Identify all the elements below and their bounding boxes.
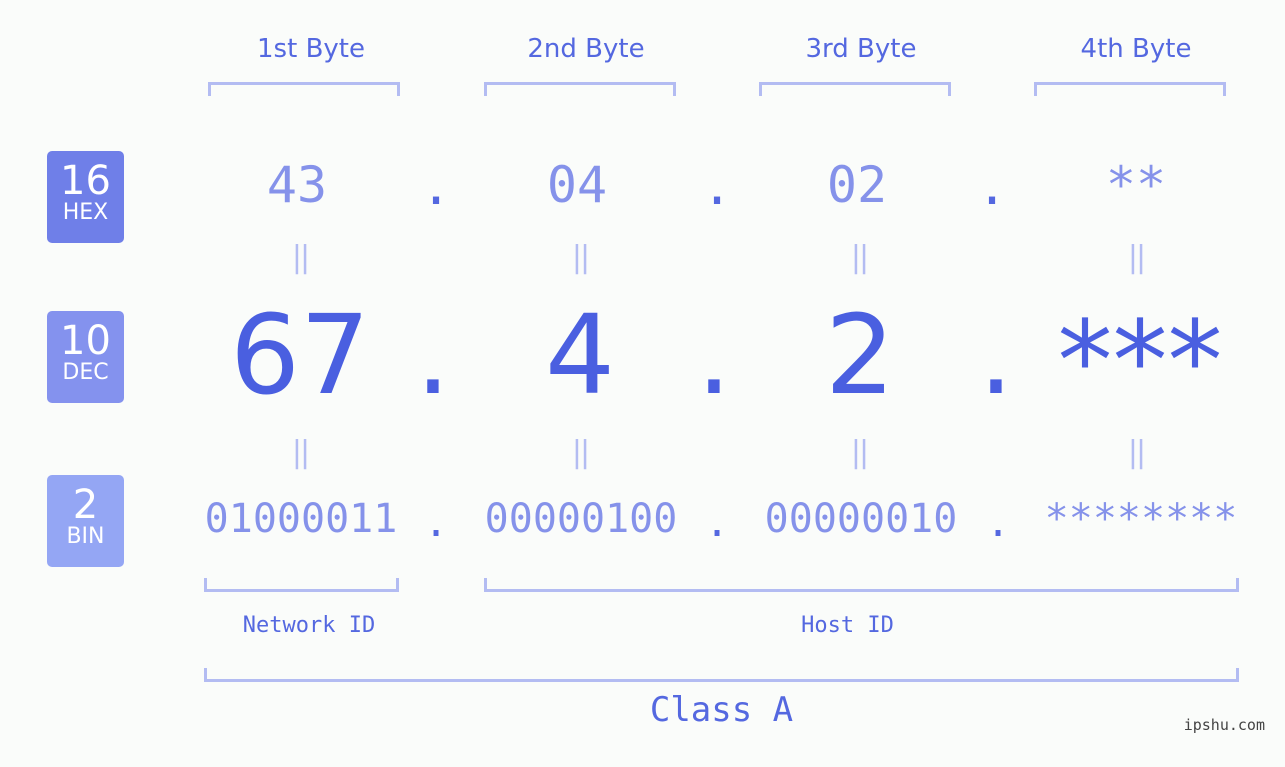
byte-header-3: 3rd Byte xyxy=(805,34,917,64)
equals-hex-dec-3: || xyxy=(850,240,869,275)
bin-badge-label: BIN xyxy=(66,524,105,549)
hex-badge-number: 16 xyxy=(60,158,111,204)
network-id-bracket xyxy=(204,578,399,592)
equals-dec-bin-3: || xyxy=(850,435,869,470)
hex-separator-1: . xyxy=(421,158,452,216)
dec-separator-1: . xyxy=(415,291,451,419)
equals-hex-dec-2: || xyxy=(571,240,590,275)
byte-bracket-1 xyxy=(208,82,400,96)
equals-hex-dec-1: || xyxy=(291,240,310,275)
dec-byte-2: 4 xyxy=(545,291,615,419)
host-id-bracket xyxy=(484,578,1239,592)
network-id-label: Network ID xyxy=(242,613,376,638)
dec-separator-3: . xyxy=(978,291,1014,419)
dec-badge-label: DEC xyxy=(62,360,109,385)
bin-byte-1: 01000011 xyxy=(204,496,398,542)
bin-byte-4: ******** xyxy=(1044,496,1238,542)
bin-separator-1: . xyxy=(423,500,449,546)
dec-badge-number: 10 xyxy=(60,318,111,364)
byte-header-4: 4th Byte xyxy=(1080,34,1192,64)
bin-separator-2: . xyxy=(704,500,730,546)
dec-byte-3: 2 xyxy=(825,291,895,419)
bin-byte-3: 00000010 xyxy=(764,496,958,542)
equals-dec-bin-2: || xyxy=(571,435,590,470)
equals-dec-bin-1: || xyxy=(291,435,310,470)
watermark: ipshu.com xyxy=(1183,716,1265,734)
hex-badge: 16 HEX xyxy=(47,151,124,243)
hex-separator-2: . xyxy=(702,158,733,216)
bin-byte-2: 00000100 xyxy=(484,496,678,542)
host-id-label: Host ID xyxy=(801,613,894,638)
hex-separator-3: . xyxy=(977,158,1008,216)
bin-badge-number: 2 xyxy=(72,482,99,528)
hex-badge-label: HEX xyxy=(62,200,109,225)
byte-header-1: 1st Byte xyxy=(257,34,365,64)
hex-byte-1: 43 xyxy=(266,156,328,214)
class-label: Class A xyxy=(649,690,794,730)
dec-byte-1: 67 xyxy=(230,291,370,419)
equals-hex-dec-4: || xyxy=(1127,240,1146,275)
bin-badge: 2 BIN xyxy=(47,475,124,567)
dec-separator-2: . xyxy=(696,291,732,419)
equals-dec-bin-4: || xyxy=(1127,435,1146,470)
byte-bracket-4 xyxy=(1034,82,1226,96)
hex-byte-3: 02 xyxy=(826,156,888,214)
byte-bracket-3 xyxy=(759,82,951,96)
hex-byte-4: ** xyxy=(1105,156,1167,214)
dec-badge: 10 DEC xyxy=(47,311,124,403)
bin-separator-3: . xyxy=(985,500,1011,546)
class-bracket xyxy=(204,668,1239,682)
hex-byte-2: 04 xyxy=(546,156,608,214)
byte-bracket-2 xyxy=(484,82,676,96)
byte-header-2: 2nd Byte xyxy=(527,34,645,64)
dec-byte-4: *** xyxy=(1057,297,1223,425)
